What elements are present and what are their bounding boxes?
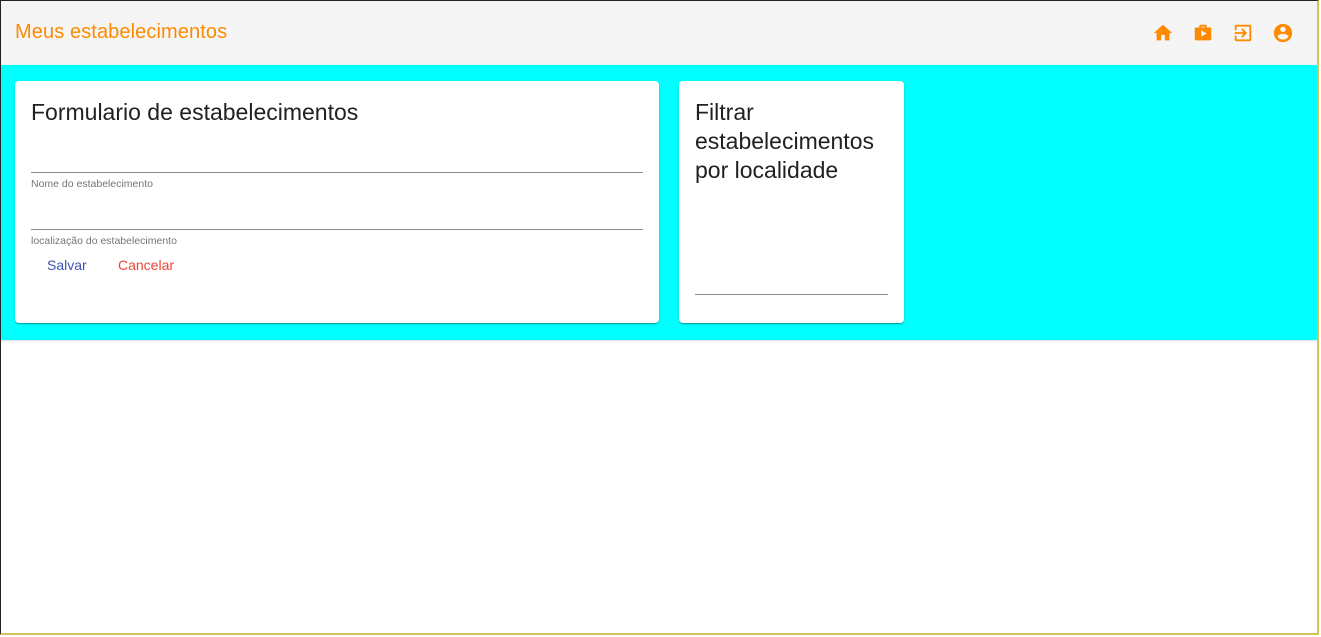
toolbar-title: Meus estabelecimentos (15, 21, 228, 43)
location-hint: localização do estabelecimento (31, 235, 177, 247)
cancel-button[interactable]: Cancelar (118, 254, 174, 276)
location-field: localização do estabelecimento (31, 205, 643, 247)
form-card-title: Formulario de estabelecimentos (31, 99, 359, 125)
business-center-icon[interactable] (1191, 21, 1215, 45)
filter-field (695, 270, 888, 295)
location-input[interactable] (31, 205, 643, 230)
name-input[interactable] (31, 148, 643, 173)
logout-icon[interactable] (1231, 21, 1255, 45)
name-field: Nome do estabelecimento (31, 148, 643, 190)
name-hint: Nome do estabelecimento (31, 178, 153, 190)
account-circle-icon[interactable] (1271, 21, 1295, 45)
app-toolbar: Meus estabelecimentos (1, 1, 1317, 65)
filter-card: Filtrar estabelecimentos por localidade (679, 81, 904, 323)
content-band: Formulario de estabelecimentos Nome do e… (1, 65, 1317, 340)
save-button[interactable]: Salvar (47, 254, 87, 276)
toolbar-actions (1151, 21, 1295, 45)
establishment-form-card: Formulario de estabelecimentos Nome do e… (15, 81, 659, 323)
home-icon[interactable] (1151, 21, 1175, 45)
filter-card-title: Filtrar estabelecimentos por localidade (695, 99, 874, 183)
filter-input[interactable] (695, 270, 888, 295)
